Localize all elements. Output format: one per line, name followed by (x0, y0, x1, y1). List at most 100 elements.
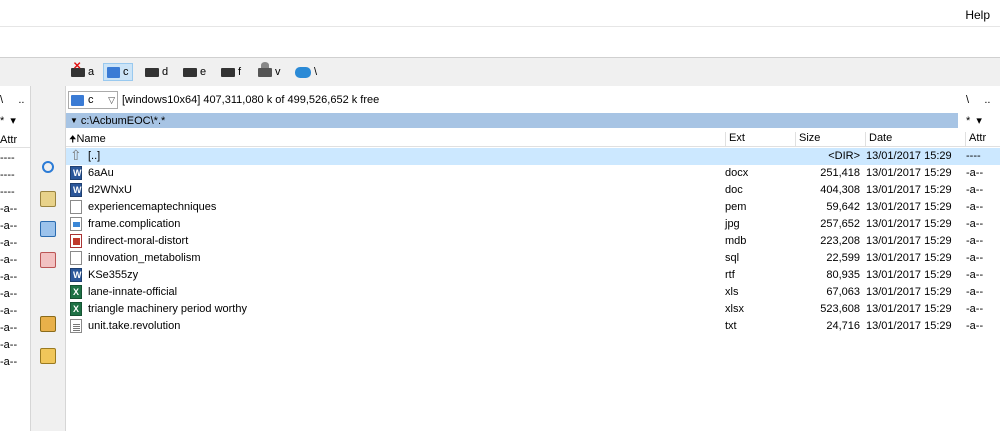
file-name: indirect-moral-distort (88, 235, 189, 247)
file-size: 523,608 (820, 303, 860, 315)
excel-file-icon (70, 302, 82, 316)
image-file-icon (70, 217, 82, 231)
new-folder-icon[interactable] (40, 348, 56, 364)
menu-help[interactable]: Help (965, 8, 990, 22)
file-attr: -a-- (966, 269, 984, 281)
table-row[interactable]: frame.complication jpg 257,652 13/01/2017 1… (66, 216, 1000, 233)
file-date: 13/01/2017 15:29 (866, 320, 952, 332)
file-name: unit.take.revolution (88, 320, 181, 332)
file-size: 24,716 (826, 320, 860, 332)
word-file-icon (70, 268, 82, 282)
table-row[interactable]: triangle machinery period worthy xlsx 523,… (66, 301, 1000, 318)
file-name: experiencemaptechniques (88, 201, 217, 213)
generic-file-icon (70, 200, 82, 214)
file-attr: -a-- (966, 201, 984, 213)
file-size: 223,208 (820, 235, 860, 247)
file-attr: -a-- (966, 235, 984, 247)
file-date: 13/01/2017 15:29 (866, 303, 952, 315)
drive-letter: d (162, 66, 169, 78)
column-ext[interactable]: Ext (726, 132, 796, 147)
file-attr: -a-- (966, 218, 984, 230)
drive-icon (183, 67, 197, 77)
drive-button-f[interactable]: f (218, 63, 244, 81)
file-name: triangle machinery period worthy (88, 303, 247, 315)
file-date: 13/01/2017 15:29 (866, 235, 952, 247)
drive-icon (145, 67, 159, 77)
file-size: 251,418 (820, 167, 860, 179)
edit-icon[interactable] (40, 191, 56, 207)
file-ext: pem (725, 201, 747, 213)
table-row[interactable]: unit.take.revolution txt 24,716 13/01/2017 … (66, 318, 1000, 335)
file-attr: -a-- (966, 286, 984, 298)
column-size[interactable]: Size (796, 132, 866, 147)
table-row[interactable]: lane-innate-official xls 67,063 13/01/2017 … (66, 284, 1000, 301)
file-attr: -a-- (966, 252, 984, 264)
file-date: 13/01/2017 15:29 (866, 218, 952, 230)
table-row[interactable]: innovation_metabolism sql 22,599 13/01/2017… (66, 250, 1000, 267)
table-row[interactable]: d2WNxU doc 404,308 13/01/2017 15:29 -a-- (66, 182, 1000, 199)
column-attr[interactable]: Attr (966, 132, 1000, 147)
removed-drive-icon (71, 62, 85, 77)
drive-letter: f (238, 66, 242, 78)
left-attr: -a-- (0, 220, 18, 232)
column-date[interactable]: Date (866, 132, 966, 147)
drive-letter: v (275, 66, 281, 78)
history-dropdown-icon[interactable]: ▼ (70, 116, 78, 125)
drive-icon (221, 67, 235, 77)
left-nav[interactable]: \ .. (0, 94, 24, 106)
file-size: 404,308 (820, 184, 860, 196)
access-file-icon (70, 234, 82, 248)
file-name: innovation_metabolism (88, 252, 201, 264)
file-name: d2WNxU (88, 184, 133, 196)
table-row[interactable]: indirect-moral-distort mdb 223,208 13/01/20… (66, 233, 1000, 250)
left-attr-header[interactable]: Attr (0, 134, 17, 146)
table-row[interactable]: experiencemaptechniques pem 59,642 13/01/20… (66, 199, 1000, 216)
drive-select[interactable]: c ▽ (68, 91, 118, 109)
drive-button-root[interactable]: \ (292, 63, 320, 81)
file-ext: xlsx (725, 303, 744, 315)
left-attr: -a-- (0, 203, 18, 215)
network-drive-icon (258, 61, 272, 77)
search-icon[interactable] (42, 161, 54, 173)
left-attr: -a-- (0, 305, 18, 317)
right-filter[interactable]: * ▾ (966, 114, 982, 127)
left-attr: -a-- (0, 288, 18, 300)
pack-icon[interactable] (40, 316, 56, 332)
file-size: 22,599 (826, 252, 860, 264)
file-size: <DIR> (828, 150, 860, 162)
drive-letter: \ (314, 66, 318, 78)
file-name: 6aAu (88, 167, 114, 179)
toolbar (0, 27, 1000, 57)
left-attr: -a-- (0, 271, 18, 283)
chevron-down-icon: ▽ (108, 94, 115, 105)
column-header: 🠉Name Ext Size Date Attr (66, 130, 1000, 147)
right-nav[interactable]: \ .. (966, 94, 990, 106)
current-path: c:\AcbumEOC\*.* (80, 114, 166, 127)
column-name[interactable]: 🠉Name (66, 132, 726, 147)
file-date: 13/01/2017 15:29 (866, 252, 952, 264)
file-date: 13/01/2017 15:29 (866, 286, 952, 298)
table-row[interactable]: [..] <DIR> 13/01/2017 15:29 ---- (66, 147, 1000, 165)
drive-button-d[interactable]: d (142, 63, 171, 81)
left-filter[interactable]: * ▾ (0, 114, 16, 127)
left-attr: ---- (0, 169, 15, 181)
excel-file-icon (70, 285, 82, 299)
drive-button-c[interactable]: c (103, 63, 133, 81)
left-attr: -a-- (0, 356, 18, 368)
compare-icon[interactable] (40, 252, 56, 268)
file-attr: ---- (966, 150, 981, 162)
drive-button-v[interactable]: v (255, 61, 284, 81)
divider (0, 147, 30, 148)
table-row[interactable]: 6aAu docx 251,418 13/01/2017 15:29 -a-- (66, 165, 1000, 182)
drive-button-a[interactable]: a (68, 62, 97, 81)
drive-button-e[interactable]: e (180, 63, 209, 81)
file-date: 13/01/2017 15:29 (866, 150, 952, 162)
file-ext: xls (725, 286, 739, 298)
file-ext: sql (725, 252, 740, 264)
left-attr: ---- (0, 152, 15, 164)
copy-icon[interactable] (40, 221, 56, 237)
word-file-icon (70, 183, 82, 197)
word-file-icon (70, 166, 82, 180)
path-bar[interactable]: ▼ c:\AcbumEOC\*.* (66, 113, 958, 128)
table-row[interactable]: KSe355zy rtf 80,935 13/01/2017 15:29 -a-- (66, 267, 1000, 284)
